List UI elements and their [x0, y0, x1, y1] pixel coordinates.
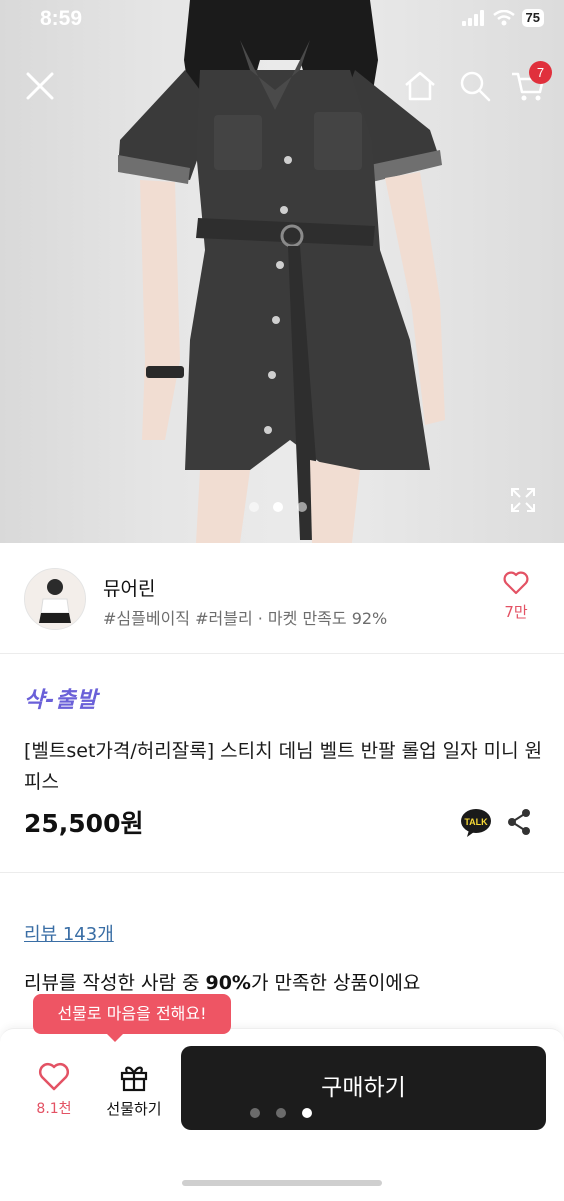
expand-icon[interactable] [510, 487, 536, 513]
seller-tags: #심플베이직 #러블리 · 마켓 만족도 92% [103, 609, 388, 628]
share-icon[interactable] [506, 808, 532, 836]
wishlist-count: 8.1천 [36, 1101, 72, 1117]
status-icons: 75 [461, 9, 544, 27]
carousel-dot [276, 1108, 286, 1118]
product-price: 25,500원 [24, 809, 144, 838]
talk-label: TALK [464, 817, 488, 827]
brand-label: 샥-출발 [24, 688, 98, 713]
carousel-dot [249, 502, 259, 512]
bottom-page-indicator [250, 1108, 312, 1118]
review-summary: 리뷰를 작성한 사람 중 90%가 만족한 상품이에요 [24, 968, 420, 995]
close-icon[interactable] [20, 66, 60, 106]
gift-button[interactable]: 선물하기 [98, 1062, 170, 1119]
review-summary-percent: 90% [205, 972, 251, 994]
seller-name[interactable]: 뮤어린 [103, 574, 155, 601]
wifi-icon [492, 10, 515, 26]
product-info: 샥-출발 [벨트set가격/허리잘록] 스티치 데님 벨트 반팔 롤업 일자 미… [0, 654, 564, 873]
cellular-signal-icon [461, 10, 484, 26]
wishlist-button[interactable]: 8.1천 [30, 1062, 78, 1118]
seller-avatar[interactable] [24, 568, 86, 630]
carousel-dot [302, 1108, 312, 1118]
carousel-dot [297, 502, 307, 512]
kakaotalk-share-icon[interactable]: TALK [460, 808, 492, 838]
battery-indicator: 75 [521, 9, 544, 27]
review-summary-suffix: 가 만족한 상품이에요 [250, 972, 421, 994]
home-icon[interactable] [400, 66, 440, 106]
review-summary-prefix: 리뷰를 작성한 사람 중 [24, 972, 206, 994]
carousel-indicator [249, 502, 307, 512]
seller-row[interactable]: 뮤어린 #심플베이직 #러블리 · 마켓 만족도 92% 7만 [0, 543, 564, 654]
buy-button[interactable]: 구매하기 [181, 1046, 546, 1130]
product-image-carousel[interactable]: 8:59 75 7 [0, 0, 564, 543]
gift-label: 선물하기 [106, 1100, 162, 1118]
status-time: 8:59 [40, 7, 83, 30]
home-indicator [182, 1180, 382, 1186]
cart-count-badge: 7 [529, 61, 552, 84]
seller-like-button[interactable]: 7만 [498, 571, 534, 622]
gift-tooltip[interactable]: 선물로 마음을 전해요! [33, 994, 231, 1042]
product-title: [벨트set가격/허리잘록] 스티치 데님 벨트 반팔 롤업 일자 미니 원피스 [24, 740, 543, 793]
seller-like-count: 7만 [504, 603, 528, 621]
avatar-image [25, 569, 85, 629]
carousel-dot [250, 1108, 260, 1118]
status-bar: 8:59 75 [0, 0, 564, 40]
carousel-dot [273, 502, 283, 512]
heart-outline-icon [503, 571, 529, 595]
gift-icon [120, 1066, 148, 1092]
heart-outline-icon [38, 1062, 70, 1091]
review-count-link[interactable]: 리뷰 143개 [24, 920, 114, 946]
search-icon[interactable] [455, 66, 495, 106]
